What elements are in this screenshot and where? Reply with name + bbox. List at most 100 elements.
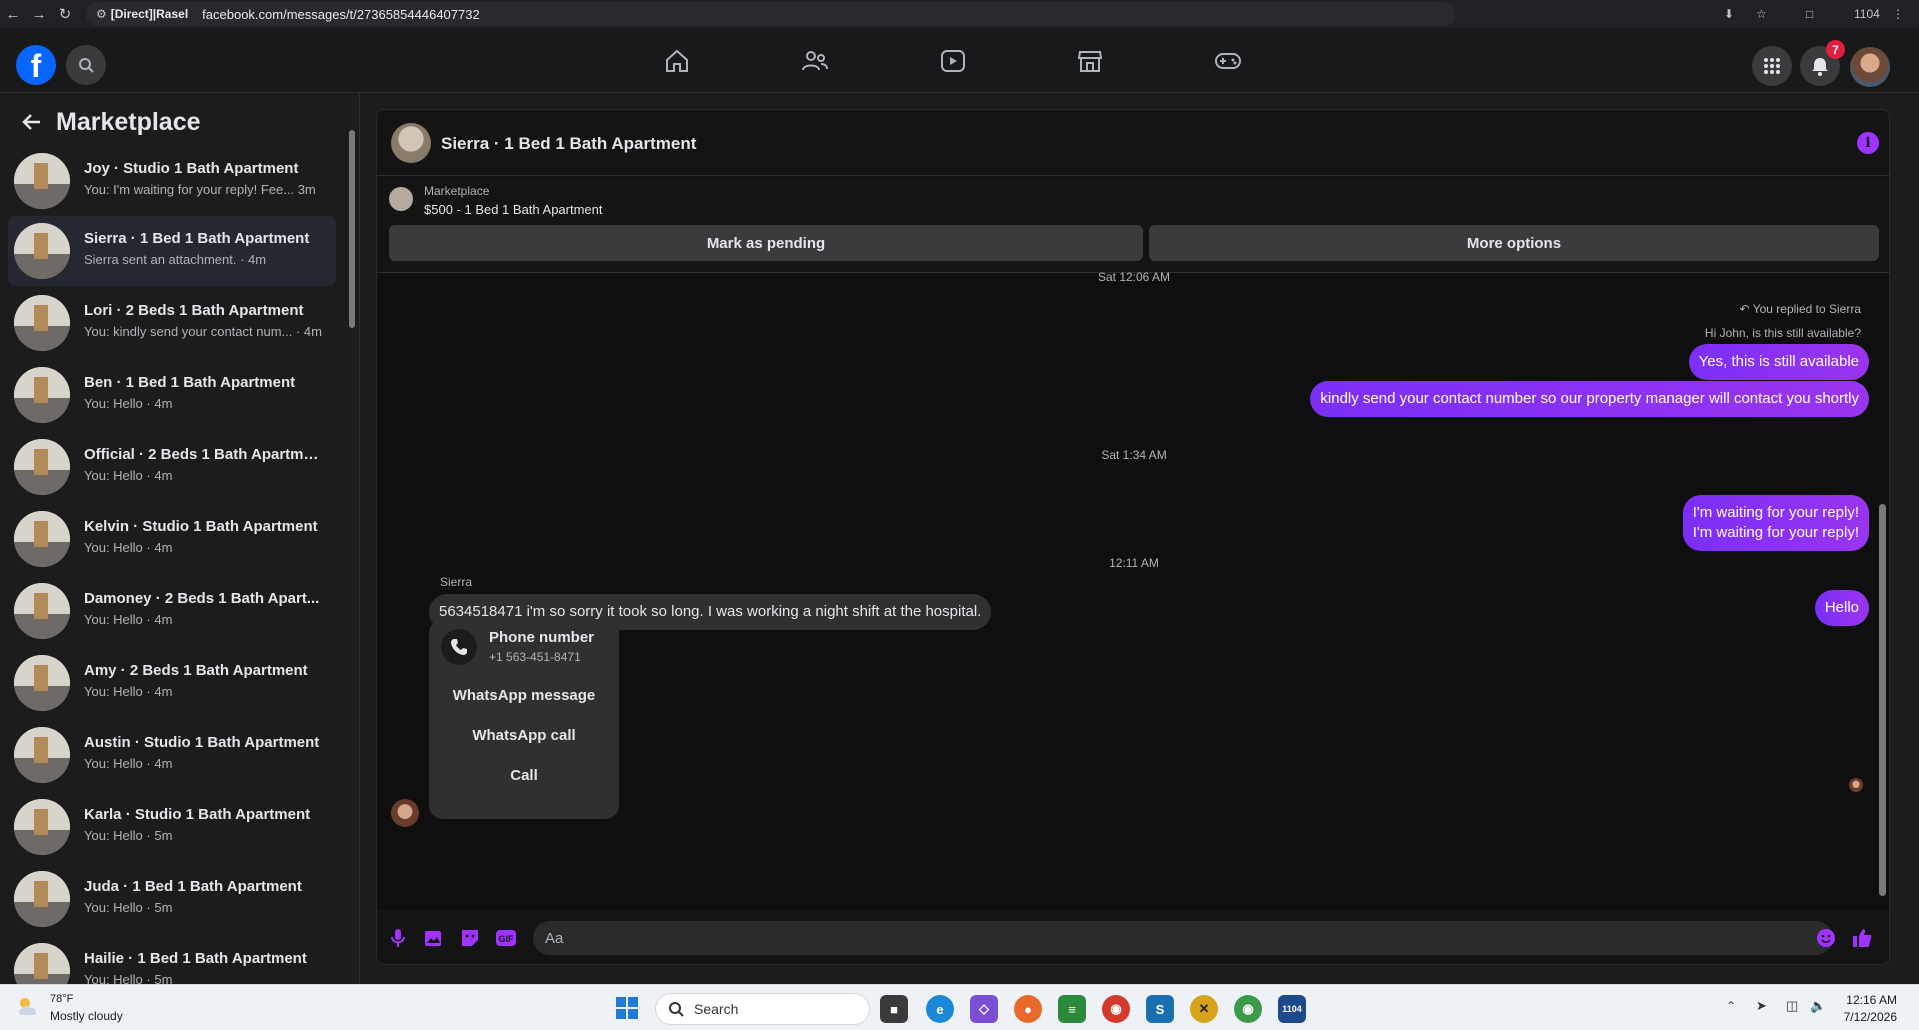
outgoing-message[interactable]: Hello	[1814, 590, 1869, 626]
forward-arrow-icon[interactable]: →	[26, 0, 52, 28]
conversation-snippet: You: Hello · 4m	[84, 396, 173, 411]
listing-category: Marketplace	[424, 184, 490, 198]
microphone-icon[interactable]	[387, 927, 409, 949]
call-button[interactable]: Call	[429, 767, 619, 784]
conversation-name: Austin · Studio 1 Bath Apartment	[84, 734, 320, 751]
photo-icon[interactable]	[423, 927, 445, 949]
conversation-item[interactable]: Amy · 2 Beds 1 Bath Apartment You: Hello…	[8, 648, 336, 718]
conversation-sidebar: Marketplace Joy · Studio 1 Bath Apartmen…	[0, 94, 360, 984]
conversation-item[interactable]: Official · 2 Beds 1 Bath Apartment You: …	[8, 432, 336, 502]
conversation-item[interactable]: Juda · 1 Bed 1 Bath Apartment You: Hello…	[8, 864, 336, 934]
gif-icon[interactable]: GIF	[495, 927, 517, 949]
listing-thumbnail[interactable]	[389, 187, 413, 211]
message-input[interactable]	[533, 921, 1833, 955]
conversation-name: Official · 2 Beds 1 Bath Apartment	[84, 446, 324, 463]
conversation-item[interactable]: Lori · 2 Beds 1 Bath Apartment You: kind…	[8, 288, 336, 358]
emoji-icon[interactable]	[1815, 927, 1837, 949]
install-app-icon[interactable]: ⬇	[1724, 0, 1734, 28]
conversation-item[interactable]: Karla · Studio 1 Bath Apartment You: Hel…	[8, 792, 336, 862]
outgoing-message[interactable]: Yes, this is still available	[1688, 344, 1869, 380]
search-icon[interactable]	[66, 45, 106, 85]
message-line: I'm waiting for your reply!	[1692, 504, 1859, 521]
facebook-logo[interactable]: f	[16, 45, 56, 85]
listing-thumbnail	[14, 727, 70, 783]
conversation-item[interactable]: Hailie · 1 Bed 1 Bath Apartment You: Hel…	[8, 936, 336, 984]
sender-avatar[interactable]	[391, 799, 419, 827]
address-bar[interactable]: ⚙ [Direct]|Rasel facebook.com/messages/t…	[86, 2, 1456, 26]
conversation-snippet: You: Hello · 4m	[84, 756, 173, 771]
file-explorer-icon[interactable]: ■	[880, 995, 908, 1023]
taskbar-search[interactable]: Search	[655, 993, 870, 1025]
whatsapp-call-button[interactable]: WhatsApp call	[429, 727, 619, 744]
profile-avatar[interactable]	[1850, 47, 1890, 87]
conversation-item[interactable]: Ben · 1 Bed 1 Bath Apartment You: Hello …	[8, 360, 336, 430]
chat-title[interactable]: Sierra · 1 Bed 1 Bath Apartment	[441, 134, 696, 154]
chat-avatar[interactable]	[391, 123, 431, 163]
home-icon[interactable]	[653, 43, 701, 79]
chrome-icon[interactable]: ◉	[1102, 995, 1130, 1023]
back-arrow-icon[interactable]	[20, 110, 44, 134]
conversation-item[interactable]: Kelvin · Studio 1 Bath Apartment You: He…	[8, 504, 336, 574]
marketplace-icon[interactable]	[1066, 43, 1114, 79]
conversation-item[interactable]: Austin · Studio 1 Bath Apartment You: He…	[8, 720, 336, 790]
more-options-button[interactable]: More options	[1149, 225, 1879, 261]
location-icon[interactable]: ➤	[1756, 998, 1767, 1014]
sidebar-scroll-thumb[interactable]	[349, 130, 355, 328]
browser-toolbar: ← → ↻ ⚙ [Direct]|Rasel facebook.com/mess…	[0, 0, 1919, 28]
friends-icon[interactable]	[791, 43, 839, 79]
info-icon[interactable]: i	[1857, 132, 1879, 154]
conversation-snippet: You: Hello · 5m	[84, 828, 173, 843]
reply-quote: Hi John, is this still available?	[1704, 326, 1861, 340]
sticker-icon[interactable]	[459, 927, 481, 949]
conversation-name: Lori · 2 Beds 1 Bath Apartment	[84, 302, 304, 319]
whatsapp-message-button[interactable]: WhatsApp message	[429, 687, 619, 704]
browser-menu-icon[interactable]: ⋮	[1892, 0, 1904, 28]
clock-date[interactable]: 7/12/2026	[1844, 1010, 1897, 1024]
outgoing-message-multiline[interactable]: I'm waiting for your reply! I'm waiting …	[1682, 495, 1869, 551]
listing-title[interactable]: $500 - 1 Bed 1 Bath Apartment	[424, 202, 603, 217]
search-icon	[669, 1002, 684, 1017]
mark-as-pending-button[interactable]: Mark as pending	[389, 225, 1143, 261]
app-icon[interactable]: ◇	[970, 995, 998, 1023]
conversation-name: Joy · Studio 1 Bath Apartment	[84, 160, 299, 177]
back-arrow-icon[interactable]: ←	[0, 0, 26, 28]
extension-badge[interactable]: 1104	[1854, 0, 1880, 28]
listing-thumbnail	[14, 223, 70, 279]
taskbar-search-label: Search	[694, 1001, 739, 1017]
app-badge-icon[interactable]: 1104	[1278, 995, 1306, 1023]
timestamp: 12:11 AM	[1109, 556, 1159, 570]
bookmark-star-icon[interactable]: ☆	[1756, 0, 1767, 28]
video-icon[interactable]	[929, 43, 977, 79]
site-settings-icon[interactable]: ⚙	[96, 7, 107, 21]
network-icon[interactable]: ◫	[1786, 998, 1798, 1014]
conversation-item-active[interactable]: Sierra · 1 Bed 1 Bath Apartment Sierra s…	[8, 216, 336, 286]
conversation-item[interactable]: Joy · Studio 1 Bath Apartment You: I'm w…	[8, 146, 336, 216]
menu-grid-icon[interactable]	[1752, 46, 1792, 86]
conversation-name: Juda · 1 Bed 1 Bath Apartment	[84, 878, 302, 895]
volume-icon[interactable]: 🔈	[1810, 998, 1826, 1014]
message-composer: GIF	[377, 910, 1889, 964]
spreadsheet-icon[interactable]: ≡	[1058, 995, 1086, 1023]
outgoing-message[interactable]: kindly send your contact number so our p…	[1310, 381, 1869, 417]
conversation-name: Karla · Studio 1 Bath Apartment	[84, 806, 311, 823]
reload-icon[interactable]: ↻	[52, 0, 78, 28]
conversation-item[interactable]: Damoney · 2 Beds 1 Bath Apart... You: He…	[8, 576, 336, 646]
listing-thumbnail	[14, 871, 70, 927]
timestamp: Sat 12:06 AM	[1097, 270, 1171, 284]
message-thread: Sat 12:06 AM ↶ You replied to Sierra Hi …	[377, 270, 1889, 910]
app-x-icon[interactable]: ✕	[1190, 995, 1218, 1023]
chrome-profile-icon[interactable]: ◉	[1234, 995, 1262, 1023]
clock-time[interactable]: 12:16 AM	[1846, 993, 1897, 1007]
windows-start-icon[interactable]	[615, 996, 639, 1020]
tab-search-icon[interactable]: □	[1806, 0, 1813, 28]
logo-letter: f	[30, 48, 42, 84]
gaming-icon[interactable]	[1204, 43, 1252, 79]
thumbs-up-icon[interactable]	[1851, 927, 1873, 949]
chat-scroll-thumb[interactable]	[1879, 504, 1886, 896]
chevron-up-icon[interactable]: ⌃	[1726, 999, 1736, 1013]
weather-cloudy-icon[interactable]	[16, 995, 42, 1017]
app-s-icon[interactable]: S	[1146, 995, 1174, 1023]
weather-description: Mostly cloudy	[50, 1009, 123, 1023]
firefox-icon[interactable]: ●	[1014, 995, 1042, 1023]
edge-browser-icon[interactable]: e	[926, 995, 954, 1023]
